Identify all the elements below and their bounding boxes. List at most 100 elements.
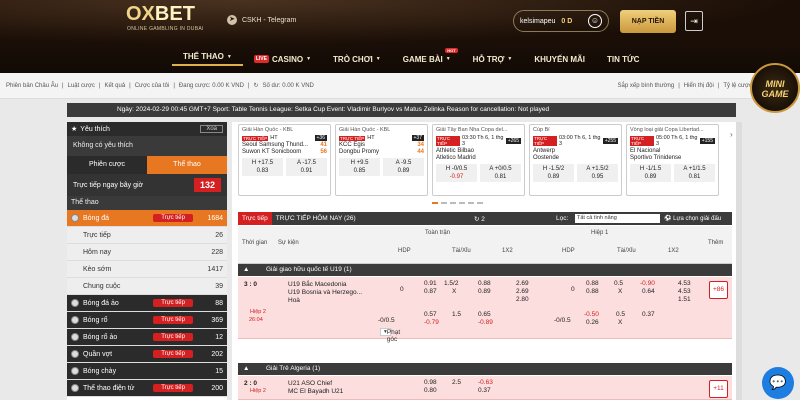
odd[interactable]: 4.53 xyxy=(678,288,691,295)
filter-select[interactable]: Tất cả tình năng xyxy=(575,214,660,223)
telegram-link[interactable]: ➤ CSKH - Telegram xyxy=(227,15,296,25)
odd-home[interactable]: H -1.5/2 0.89 xyxy=(533,164,574,182)
odd[interactable]: 0.88 xyxy=(478,280,491,287)
user-avatar-icon[interactable]: ☺ xyxy=(588,14,602,28)
sidebar-item[interactable]: Quần vợt Trực tiếp 202 xyxy=(67,346,227,363)
refresh-count[interactable]: ↻ 2 xyxy=(474,215,485,223)
odd-home[interactable]: H +9.5 0.85 xyxy=(339,158,380,176)
tab-sports[interactable]: Thể thao xyxy=(147,156,227,174)
odd[interactable]: 0.89 xyxy=(478,288,491,295)
live-tag[interactable]: Trực tiếp xyxy=(238,212,272,225)
odd[interactable]: -0.79 xyxy=(424,319,439,326)
live-tag[interactable]: Trực tiếp xyxy=(153,316,193,324)
nav-promotions[interactable]: KHUYẾN MÃI xyxy=(523,55,596,64)
odds-select[interactable]: Tỷ lệ cược xyxy=(723,83,752,89)
carousel-dots[interactable] xyxy=(432,202,483,204)
sidebar-item[interactable]: Bóng chày 15 xyxy=(67,363,227,380)
odd-away[interactable]: A -17.5 0.91 xyxy=(286,158,327,176)
league-row[interactable]: ▲ Giải Trẻ Algeria (1) xyxy=(238,363,732,375)
odd[interactable]: -0.89 xyxy=(478,319,493,326)
live-tag[interactable]: Trực tiếp xyxy=(153,350,193,358)
match-card[interactable]: Cúp Bỉ TRỰC TIẾP 03:00 Th 6, 1 thg 3 +255 An… xyxy=(529,124,622,196)
more-bets-button[interactable]: +86 xyxy=(709,281,728,299)
odd[interactable]: 0.37 xyxy=(478,387,491,394)
odd[interactable]: 0.65 xyxy=(478,311,491,318)
odd[interactable]: -0.63 xyxy=(478,379,493,386)
odd[interactable]: 2.80 xyxy=(516,296,529,303)
odd-away[interactable]: A +1/1.5 0.81 xyxy=(674,164,715,182)
sidebar-item[interactable]: Bóng đá Trực tiếp 1684 xyxy=(67,210,227,227)
sort-select[interactable]: Sắp xếp bình thường xyxy=(618,83,675,89)
odd[interactable]: 0.98 xyxy=(424,379,437,386)
odd[interactable]: 0.26 xyxy=(586,319,599,326)
collapse-icon[interactable]: ▲ xyxy=(243,363,249,375)
odd-home[interactable]: H -0/0.5 -0.97 xyxy=(436,164,477,182)
odd[interactable]: 0.87 xyxy=(424,288,437,295)
rules-link[interactable]: Luật cược xyxy=(68,83,95,89)
match-card[interactable]: Giải Hàn Quốc - KBL TRỰC TIẾP HT +36 Seoul S… xyxy=(238,124,331,196)
my-bets-link[interactable]: Cược của tôi xyxy=(135,83,170,89)
odd-away[interactable]: A +0/0.5 0.81 xyxy=(480,164,521,182)
deposit-button[interactable]: NẠP TIỀN xyxy=(620,10,676,33)
odd-home[interactable]: H +17.5 0.83 xyxy=(242,158,283,176)
live-tag[interactable]: Trực tiếp xyxy=(153,214,193,222)
next-arrow-icon[interactable]: › xyxy=(730,130,733,139)
collapse-icon[interactable]: ▲ xyxy=(243,264,249,276)
odd[interactable]: 0.57 xyxy=(424,311,437,318)
odd[interactable]: 0.88 xyxy=(586,280,599,287)
odd-away[interactable]: A +1.5/2 0.95 xyxy=(577,164,618,182)
odd[interactable]: 0.37 xyxy=(642,311,655,318)
odd[interactable]: -0.90 xyxy=(640,280,655,287)
announcement-marquee: Ngày: 2024-02-29 00:45 GMT+7 Sport: Tabl… xyxy=(67,103,736,117)
nav-sports[interactable]: THỂ THAO ▼ xyxy=(172,52,243,66)
sidebar-item[interactable]: Bóng rổ Trực tiếp 369 xyxy=(67,312,227,329)
display-select[interactable]: Hiển thị đội xyxy=(684,83,714,89)
logo[interactable]: OXBET xyxy=(126,3,195,26)
user-box[interactable]: kelsimapeu 0 D ☺ xyxy=(513,10,609,32)
live-now-row[interactable]: Trực tiếp ngay bây giờ 132 xyxy=(67,174,227,196)
european-version-link[interactable]: Phiên bản Châu Âu xyxy=(6,83,58,89)
chat-icon[interactable]: 💬 xyxy=(762,367,794,399)
nav-support[interactable]: HỖ TRỢ ▼ xyxy=(462,55,524,64)
sidebar-item[interactable]: Bóng rổ ảo Trực tiếp 12 xyxy=(67,329,227,346)
nav-card-games[interactable]: GAME BÀI ▼ HOT xyxy=(392,47,462,64)
sidebar-item[interactable]: Chung cuộc 39 xyxy=(67,278,227,295)
odd[interactable]: 2.69 xyxy=(516,288,529,295)
odd-home[interactable]: H -1/1.5 0.89 xyxy=(630,164,671,182)
nav-news[interactable]: TIN TỨC xyxy=(596,55,650,64)
refresh-icon[interactable]: ↻ xyxy=(253,82,258,89)
live-tag[interactable]: Trực tiếp xyxy=(153,333,193,341)
nav-casino[interactable]: LIVE CASINO ▼ xyxy=(243,55,322,64)
live-tag[interactable]: Trực tiếp xyxy=(153,299,193,307)
odd[interactable]: 0.80 xyxy=(424,387,437,394)
league-row[interactable]: ▲ Giải giao hữu quốc tế U19 (1) xyxy=(238,264,732,276)
odd[interactable]: 0.88 xyxy=(586,288,599,295)
text: HT xyxy=(367,135,375,141)
results-link[interactable]: Kết quả xyxy=(104,83,125,89)
odd[interactable]: 2.69 xyxy=(516,280,529,287)
corner-button[interactable]: ▾ Phạt góc xyxy=(380,328,400,343)
scrollbar[interactable] xyxy=(736,122,742,400)
tab-bet-session[interactable]: Phiên cược xyxy=(67,156,147,174)
sidebar-item[interactable]: Hôm nay 228 xyxy=(67,244,227,261)
sidebar-item[interactable]: Kèo sớm 1417 xyxy=(67,261,227,278)
more-bets-button[interactable]: +11 xyxy=(709,380,728,398)
choose-league-button[interactable]: ⚽ Lựa chọn giải đấu xyxy=(664,215,721,222)
match-card[interactable]: Giải Tây Ban Nha Copa del... TRỰC TIẾP 03:… xyxy=(432,124,525,196)
match-card[interactable]: Vòng loại giải Copa Libertad... TRỰC TIẾP… xyxy=(626,124,719,196)
odd[interactable]: 1.51 xyxy=(678,296,691,303)
logout-icon[interactable]: ⇥ xyxy=(685,11,703,31)
nav-games[interactable]: TRÒ CHƠI ▼ xyxy=(322,55,392,64)
sidebar-item[interactable]: Bóng đá ảo Trực tiếp 88 xyxy=(67,295,227,312)
sidebar-item[interactable]: Trực tiếp 26 xyxy=(67,227,227,244)
odd[interactable]: 0.64 xyxy=(642,288,655,295)
match-card[interactable]: Giải Hàn Quốc - KBL TRỰC TIẾP HT +37 KCC Egi… xyxy=(335,124,428,196)
live-tag[interactable]: Trực tiếp xyxy=(153,384,193,392)
odd[interactable]: -0.50 xyxy=(584,311,599,318)
mini-game-button[interactable]: MINI GAME xyxy=(750,63,800,113)
odd-away[interactable]: A -9.5 0.89 xyxy=(383,158,424,176)
sidebar-item[interactable]: Thể thao điện tử Trực tiếp 200 xyxy=(67,380,227,397)
odd[interactable]: 0.91 xyxy=(424,280,437,287)
clear-favorites-button[interactable]: Xoá xyxy=(200,125,223,133)
odd[interactable]: 4.53 xyxy=(678,280,691,287)
